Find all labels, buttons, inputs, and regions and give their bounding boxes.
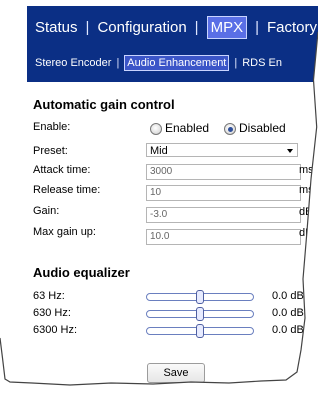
nav-separator: | xyxy=(85,18,90,36)
eq-band-label: 63 Hz: xyxy=(33,290,65,302)
preset-value: Mid xyxy=(150,145,168,157)
nav-separator: | xyxy=(194,18,199,36)
preset-select[interactable]: Mid xyxy=(146,143,298,157)
attack-time-input[interactable]: 3000 xyxy=(146,164,301,180)
max-gain-up-input[interactable]: 10.0 xyxy=(146,229,301,245)
enabled-radio-label: Enabled xyxy=(165,121,210,135)
eq-630hz-slider[interactable] xyxy=(146,307,254,321)
subtab-rds-encoder[interactable]: RDS En xyxy=(242,57,282,69)
eq-band-value: 0.0 dB xyxy=(272,324,304,336)
subtab-audio-enhancement[interactable]: Audio Enhancement xyxy=(124,55,230,71)
sub-nav: Stereo Encoder | Audio Enhancement | RDS… xyxy=(35,54,282,72)
save-button[interactable]: Save xyxy=(147,363,205,383)
eq-band-label: 630 Hz: xyxy=(33,307,71,319)
release-time-unit: ms xyxy=(299,184,314,196)
tab-factory[interactable]: Factory xyxy=(267,19,317,36)
gain-input[interactable]: -3.0 xyxy=(146,207,301,223)
eq-band-value: 0.0 dB xyxy=(272,290,304,302)
main-nav: Status | Configuration | MPX | Factory xyxy=(35,14,317,40)
gain-label: Gain: xyxy=(33,205,60,217)
tab-mpx[interactable]: MPX xyxy=(206,15,248,39)
eq-6300hz-slider[interactable] xyxy=(146,324,254,338)
slider-thumb[interactable] xyxy=(196,290,204,304)
subtab-stereo-encoder[interactable]: Stereo Encoder xyxy=(35,57,111,69)
max-gain-up-unit: dB xyxy=(299,227,313,239)
subnav-separator: | xyxy=(116,57,120,69)
eq-band-label: 6300 Hz: xyxy=(33,324,78,336)
disabled-radio-label: Disabled xyxy=(239,121,286,135)
tab-status[interactable]: Status xyxy=(35,19,78,36)
eq-band-value: 0.0 dB xyxy=(272,307,304,319)
attack-time-label: Attack time: xyxy=(33,164,91,176)
nav-separator: | xyxy=(255,18,259,36)
release-time-label: Release time: xyxy=(33,184,101,196)
tab-configuration[interactable]: Configuration xyxy=(97,19,186,36)
torn-paper-page: Status | Configuration | MPX | Factory S… xyxy=(0,0,318,386)
enabled-radio[interactable] xyxy=(150,123,162,135)
disabled-radio[interactable] xyxy=(224,123,236,135)
max-gain-up-label: Max gain up: xyxy=(33,226,96,238)
preset-label: Preset: xyxy=(33,145,68,157)
eq-63hz-slider[interactable] xyxy=(146,290,254,304)
chevron-down-icon xyxy=(287,149,293,153)
eq-title: Audio equalizer xyxy=(33,265,130,280)
gain-unit: dB xyxy=(299,206,313,218)
slider-thumb[interactable] xyxy=(196,307,204,321)
attack-time-unit: ms xyxy=(299,164,314,176)
slider-thumb[interactable] xyxy=(196,324,204,338)
enable-label: Enable: xyxy=(33,121,71,133)
agc-title: Automatic gain control xyxy=(33,97,175,112)
subnav-separator: | xyxy=(234,57,238,69)
release-time-input[interactable]: 10 xyxy=(146,185,301,201)
